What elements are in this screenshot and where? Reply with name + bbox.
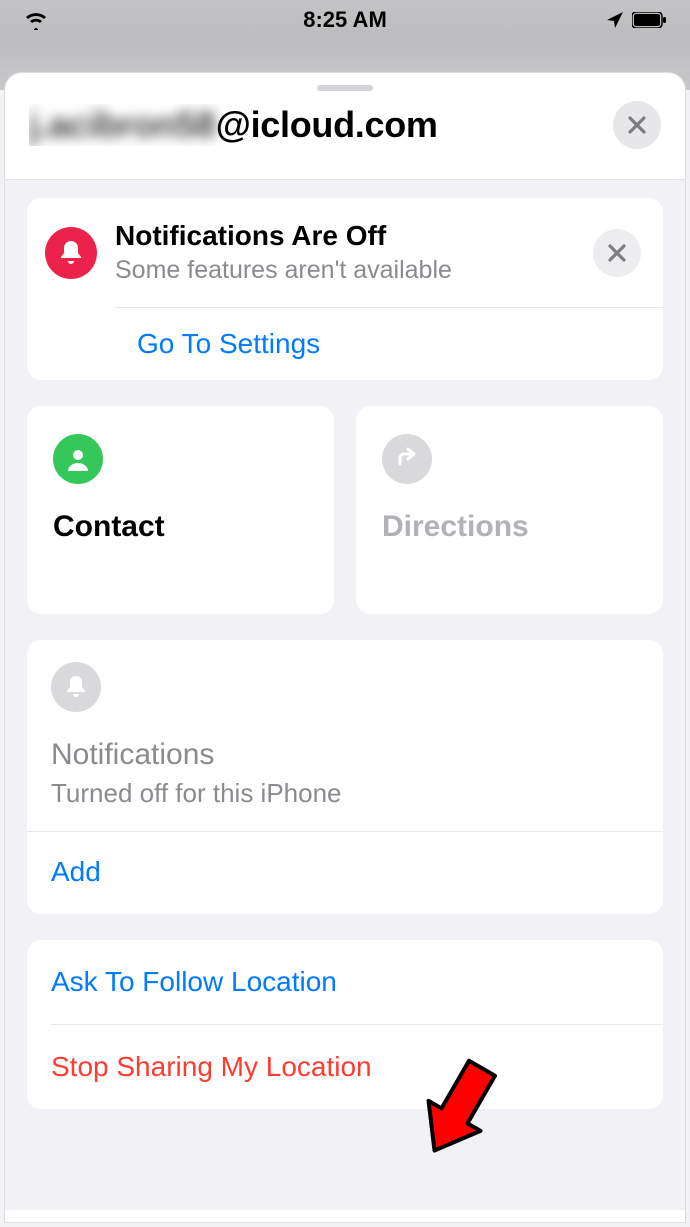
- notifications-section: Notifications Turned off for this iPhone…: [27, 640, 663, 914]
- title-blurred-part: j.acibron58: [29, 104, 216, 145]
- bell-icon: [45, 227, 97, 279]
- ask-to-follow-location-button[interactable]: Ask To Follow Location: [27, 940, 663, 1024]
- location-actions: Ask To Follow Location Stop Sharing My L…: [27, 940, 663, 1109]
- action-tiles: Contact Directions: [27, 406, 663, 614]
- sheet-body: Notifications Are Off Some features aren…: [5, 179, 685, 1210]
- wifi-icon: [24, 10, 48, 30]
- sheet-title: j.acibron58@icloud.com: [29, 104, 603, 146]
- dismiss-banner-button[interactable]: [593, 229, 641, 277]
- battery-icon: [632, 12, 666, 28]
- add-notification-button[interactable]: Add: [51, 856, 101, 887]
- contact-label: Contact: [53, 510, 308, 544]
- directions-icon: [382, 434, 432, 484]
- notifications-subtitle: Turned off for this iPhone: [51, 778, 639, 809]
- directions-label: Directions: [382, 510, 637, 544]
- notifications-title: Notifications: [51, 738, 639, 772]
- directions-tile: Directions: [356, 406, 663, 614]
- status-time: 8:25 AM: [303, 7, 387, 33]
- sheet-grabber[interactable]: [317, 85, 373, 91]
- person-icon: [53, 434, 103, 484]
- contact-tile[interactable]: Contact: [27, 406, 334, 614]
- close-icon: [628, 116, 646, 134]
- sheet-header: j.acibron58@icloud.com: [5, 101, 685, 179]
- contact-sheet: j.acibron58@icloud.com Notifications Are…: [4, 72, 686, 1223]
- banner-subtitle: Some features aren't available: [115, 256, 575, 285]
- status-bar: 8:25 AM: [0, 0, 690, 40]
- close-button[interactable]: [613, 101, 661, 149]
- go-to-settings-link[interactable]: Go To Settings: [137, 328, 320, 359]
- close-icon: [608, 244, 626, 262]
- notifications-off-banner: Notifications Are Off Some features aren…: [27, 198, 663, 380]
- location-arrow-icon: [606, 11, 624, 29]
- stop-sharing-my-location-button[interactable]: Stop Sharing My Location: [27, 1025, 663, 1109]
- banner-title: Notifications Are Off: [115, 220, 575, 252]
- bell-icon: [51, 662, 101, 712]
- title-suffix: @icloud.com: [216, 104, 438, 145]
